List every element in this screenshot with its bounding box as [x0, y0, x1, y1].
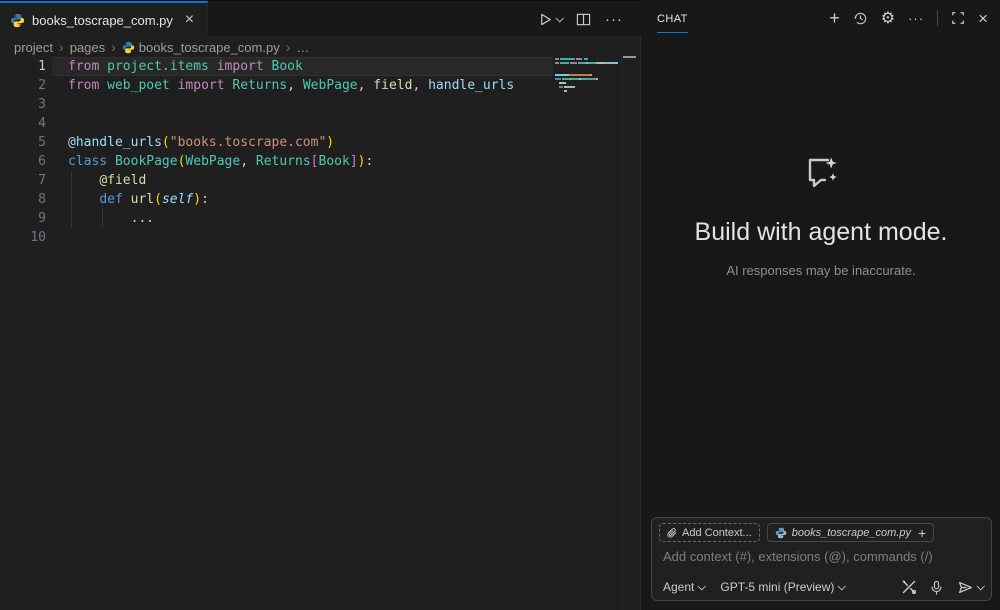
chat-header: CHAT + ⚙ ··· × [642, 0, 1000, 36]
vscode-window: books_toscrape_com.py × ··· project › pa… [0, 0, 1000, 610]
code-line-3[interactable]: 3 [0, 95, 641, 114]
breadcrumb-separator: › [57, 39, 66, 55]
breadcrumb-symbol[interactable]: … [296, 40, 309, 55]
chat-input-toolbar: Agent GPT-5 mini (Preview) [663, 576, 983, 598]
editor-tab-bar: books_toscrape_com.py × ··· [0, 0, 641, 36]
editor-actions: ··· [538, 1, 623, 37]
chat-input-box[interactable]: Add Context... books_toscrape_com.py + A… [651, 517, 992, 601]
copilot-chat-sparkle-icon [798, 150, 844, 196]
attachments-row: Add Context... books_toscrape_com.py + [659, 523, 934, 542]
python-file-icon [10, 13, 25, 28]
empty-state-title: Build with agent mode. [642, 218, 1000, 247]
add-context-label: Add Context... [682, 527, 752, 539]
more-actions-icon[interactable]: ··· [605, 11, 623, 28]
tab-chat[interactable]: CHAT [657, 4, 688, 33]
minimap[interactable] [555, 58, 619, 98]
mode-label: Agent [663, 580, 694, 594]
send-button[interactable] [956, 580, 983, 595]
chevron-down-icon [838, 582, 846, 590]
close-panel-icon[interactable]: × [978, 11, 988, 26]
editor-region: books_toscrape_com.py × ··· project › pa… [0, 0, 641, 610]
history-icon[interactable] [853, 11, 868, 26]
code-line-9[interactable]: 9 ... [0, 209, 641, 228]
paperclip-icon [667, 527, 677, 539]
tab-close-icon[interactable]: × [180, 10, 199, 30]
code-line-2[interactable]: 2from web_poet import Returns, WebPage, … [0, 76, 641, 95]
breadcrumb-file[interactable]: books_toscrape_com.py [139, 40, 280, 55]
model-picker[interactable]: GPT-5 mini (Preview) [720, 580, 844, 594]
chat-input-placeholder: Add context (#), extensions (@), command… [663, 549, 933, 564]
chat-empty-state: Build with agent mode. AI responses may … [642, 150, 1000, 278]
code-line-7[interactable]: 7 @field [0, 171, 641, 190]
code-line-8[interactable]: 8 def url(self): [0, 190, 641, 209]
maximize-panel-icon[interactable] [951, 11, 965, 25]
code-line-10[interactable]: 10 [0, 228, 641, 247]
attached-file-pill[interactable]: books_toscrape_com.py + [767, 523, 934, 542]
python-file-icon [122, 41, 135, 54]
settings-gear-icon[interactable]: ⚙ [881, 11, 895, 26]
overview-ruler-marker [623, 56, 636, 58]
microphone-icon[interactable] [930, 580, 943, 595]
header-divider [937, 10, 938, 26]
send-dropdown-chevron-icon[interactable] [976, 582, 984, 590]
new-chat-icon[interactable]: + [829, 11, 840, 26]
breadcrumb-project[interactable]: project [14, 40, 53, 55]
empty-state-subtitle: AI responses may be inaccurate. [642, 263, 1000, 278]
model-label: GPT-5 mini (Preview) [720, 580, 834, 594]
run-button[interactable] [538, 12, 562, 27]
code-editor[interactable]: 1from project.items import Book2from web… [0, 57, 641, 610]
add-context-button[interactable]: Add Context... [659, 523, 760, 542]
add-attachment-icon[interactable]: + [916, 525, 926, 541]
tab-label: books_toscrape_com.py [32, 13, 173, 28]
chevron-down-icon [698, 582, 706, 590]
mode-picker[interactable]: Agent [663, 580, 704, 594]
chat-panel: CHAT + ⚙ ··· × [642, 0, 1000, 610]
code-line-1[interactable]: 1from project.items import Book [0, 57, 641, 76]
breadcrumb-pages[interactable]: pages [70, 40, 105, 55]
code-line-4[interactable]: 4 [0, 114, 641, 133]
configure-tools-icon[interactable] [901, 579, 917, 595]
breadcrumb: project › pages › books_toscrape_com.py … [0, 36, 641, 58]
breadcrumb-separator: › [284, 39, 293, 55]
breadcrumb-separator: › [109, 39, 118, 55]
editor-scrollbar[interactable] [621, 56, 622, 610]
split-editor-icon[interactable] [576, 12, 591, 27]
more-icon[interactable]: ··· [908, 11, 924, 26]
tab-books-toscrape[interactable]: books_toscrape_com.py × [0, 1, 208, 37]
code-line-5[interactable]: 5@handle_urls("books.toscrape.com") [0, 133, 641, 152]
run-dropdown-chevron-icon[interactable] [555, 14, 563, 22]
code-line-6[interactable]: 6class BookPage(WebPage, Returns[Book]): [0, 152, 641, 171]
attached-file-name: books_toscrape_com.py [792, 527, 911, 539]
python-file-icon [775, 527, 787, 539]
